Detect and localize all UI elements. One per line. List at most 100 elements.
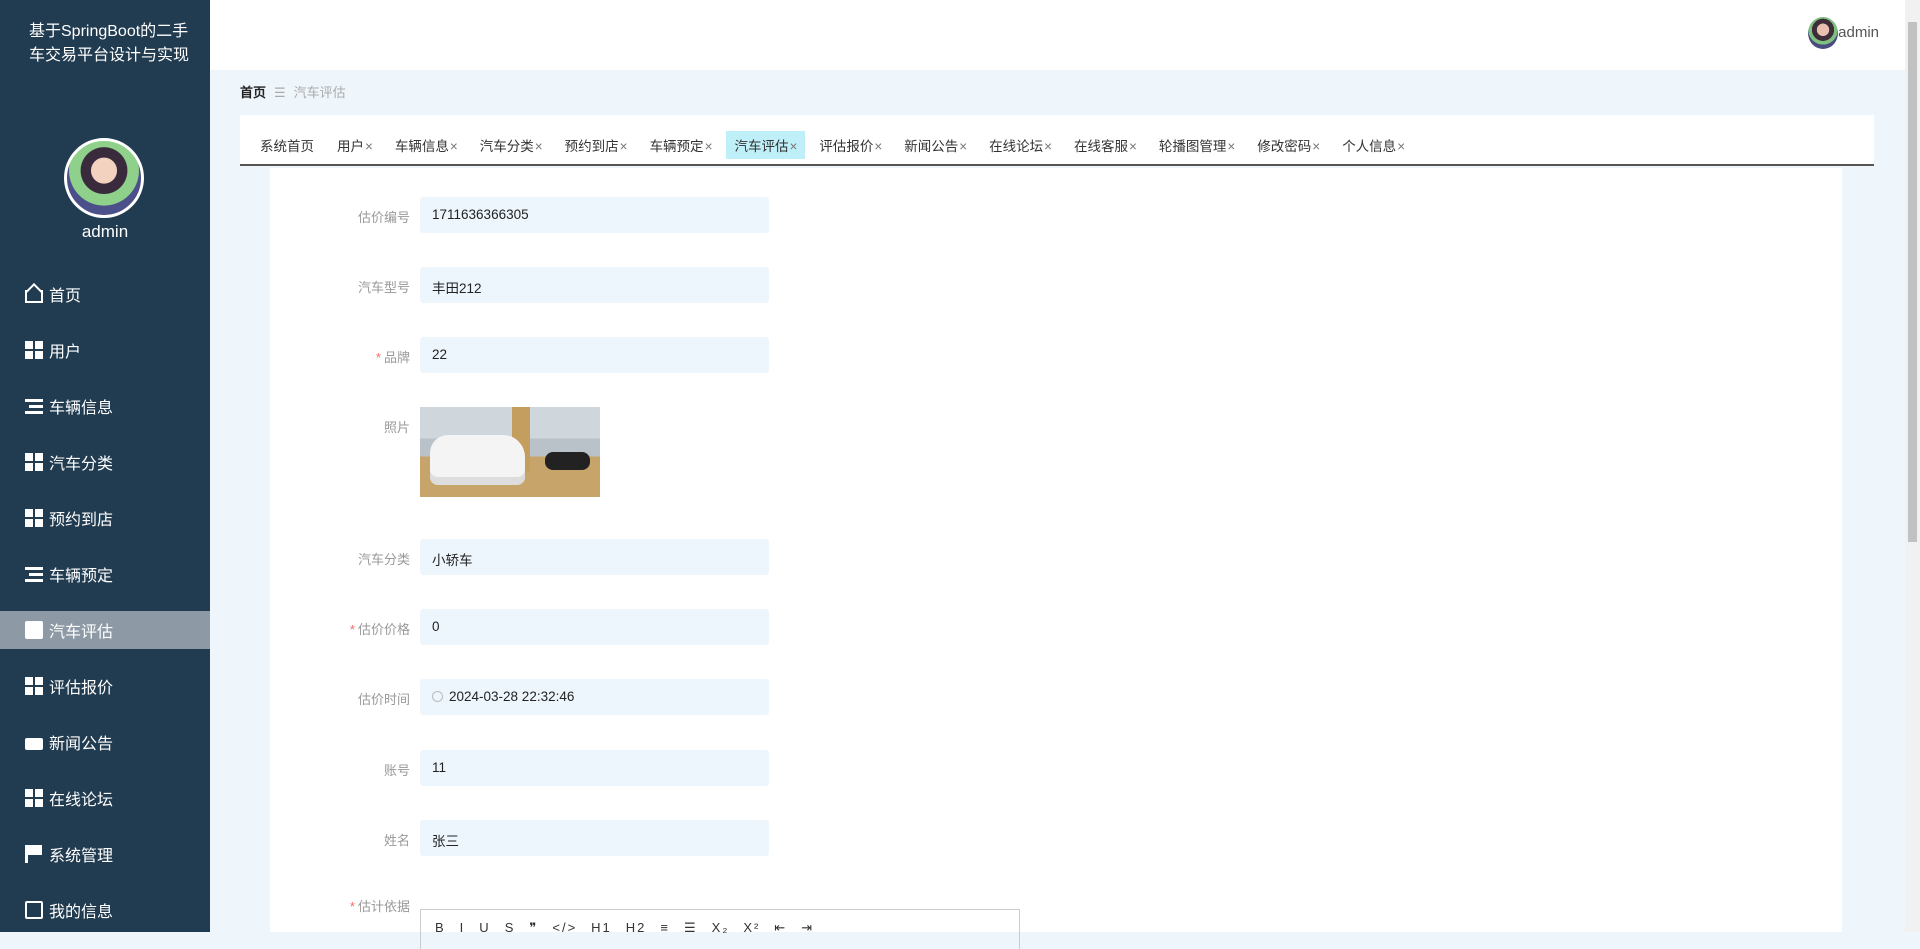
close-icon[interactable]: × (874, 139, 882, 154)
tab[interactable]: 新闻公告× (896, 131, 975, 159)
name-input[interactable]: 张三 (420, 820, 769, 856)
required-mark: * (349, 899, 355, 914)
close-icon[interactable]: × (1312, 139, 1320, 154)
header-username[interactable]: admin (1838, 24, 1879, 41)
editor-button[interactable]: ❞ (529, 920, 538, 935)
sidebar-item-label: 系统管理 (49, 848, 114, 865)
sidebar: 基于SpringBoot的二手车交易平台设计与实现 admin 首页 用户 车辆… (0, 0, 210, 932)
field-label: 照片 (270, 417, 410, 436)
close-icon[interactable]: × (535, 139, 543, 154)
label-text: 估价价格 (357, 622, 410, 637)
grid-icon (25, 509, 43, 527)
scrollbar-thumb[interactable] (1908, 22, 1917, 542)
category-input[interactable]: 小轿车 (420, 539, 769, 575)
sidebar-item-vehicles[interactable]: 车辆信息 (0, 378, 210, 434)
field-row: 姓名 张三 (270, 820, 1070, 856)
close-icon[interactable]: × (365, 139, 373, 154)
grid-icon (25, 453, 43, 471)
sidebar-item-label: 车辆信息 (49, 400, 114, 417)
editor-button[interactable]: U (479, 920, 490, 935)
wallet-icon (25, 738, 43, 750)
tab[interactable]: 汽车评估× (726, 131, 806, 159)
flag-icon (25, 845, 43, 863)
tab[interactable]: 车辆预定× (642, 131, 721, 159)
sidebar-item-system[interactable]: 系统管理 (0, 826, 210, 882)
tab[interactable]: 个人信息× (1334, 131, 1413, 159)
sidebar-item-home[interactable]: 首页 (0, 266, 210, 322)
tab[interactable]: 在线论坛× (981, 131, 1060, 159)
close-icon[interactable]: × (1044, 139, 1052, 154)
field-label: 估价编号 (270, 207, 410, 226)
account-input[interactable]: 11 (420, 750, 769, 786)
tab[interactable]: 用户× (329, 131, 381, 159)
sidebar-item-label: 车辆预定 (49, 568, 114, 585)
label-text: 照片 (383, 420, 410, 435)
editor-button[interactable]: </> (552, 920, 577, 935)
editor-button[interactable]: X₂ (712, 920, 730, 935)
sidebar-item-reservations[interactable]: 车辆预定 (0, 546, 210, 602)
editor-button[interactable]: I (460, 920, 466, 935)
sidebar-item-label: 汽车分类 (49, 456, 114, 473)
tab-label: 汽车评估 (734, 139, 789, 154)
sidebar-item-news[interactable]: 新闻公告 (0, 714, 210, 770)
tab[interactable]: 评估报价× (811, 131, 890, 159)
tab[interactable]: 系统首页 (252, 131, 323, 159)
close-icon[interactable]: × (789, 139, 797, 154)
sidebar-item-forum[interactable]: 在线论坛 (0, 770, 210, 826)
field-row: * 品牌 22 (270, 337, 1070, 373)
clock-icon (432, 691, 443, 702)
editor-button[interactable]: S (505, 920, 516, 935)
editor-button[interactable]: ⇥ (801, 920, 814, 935)
close-icon[interactable]: × (959, 139, 967, 154)
tab[interactable]: 在线客服× (1066, 131, 1145, 159)
editor-button[interactable]: H1 (591, 920, 612, 935)
car-model-input[interactable]: 丰田212 (420, 267, 769, 303)
tab-label: 车辆信息 (394, 139, 449, 154)
close-icon[interactable]: × (620, 139, 628, 154)
tab-label: 汽车分类 (479, 139, 534, 154)
sidebar-item-appointments[interactable]: 预约到店 (0, 490, 210, 546)
close-icon[interactable]: × (705, 139, 713, 154)
tab[interactable]: 车辆信息× (387, 131, 466, 159)
sidebar-item-label: 预约到店 (49, 512, 114, 529)
editor-button[interactable]: B (435, 920, 446, 935)
breadcrumb-home[interactable]: 首页 (240, 85, 266, 100)
close-icon[interactable]: × (1129, 139, 1137, 154)
photo-car (430, 435, 525, 485)
brand-input[interactable]: 22 (420, 337, 769, 373)
sidebar-item-quotes[interactable]: 评估报价 (0, 658, 210, 714)
field-row: 汽车分类 小轿车 (270, 539, 1070, 575)
sidebar-item-label: 评估报价 (49, 680, 114, 697)
car-photo[interactable] (420, 407, 600, 497)
sidebar-item-evaluation[interactable]: 汽车评估 (0, 611, 210, 649)
editor-button[interactable]: ⇤ (774, 920, 787, 935)
label-text: 估价编号 (357, 210, 410, 225)
price-input[interactable]: 0 (420, 609, 769, 645)
close-icon[interactable]: × (1397, 139, 1405, 154)
editor-button[interactable]: H2 (626, 920, 647, 935)
sidebar-item-profile[interactable]: 我的信息 (0, 882, 210, 938)
editor-button[interactable]: ☰ (684, 920, 698, 935)
field-row: 估价时间 2024-03-28 22:32:46 (270, 679, 1070, 715)
user-avatar[interactable] (1808, 17, 1838, 49)
field-label: * 估价价格 (270, 619, 410, 638)
label-text: 汽车分类 (357, 552, 410, 567)
sidebar-item-categories[interactable]: 汽车分类 (0, 434, 210, 490)
time-input[interactable]: 2024-03-28 22:32:46 (420, 679, 769, 715)
evaluation-id-input[interactable]: 1711636366305 (420, 197, 769, 233)
close-icon[interactable]: × (1227, 139, 1235, 154)
breadcrumb-separator-icon: ☰ (274, 85, 286, 100)
label-text: 估计依据 (357, 899, 410, 914)
editor-button[interactable]: X² (743, 920, 760, 935)
tab[interactable]: 轮播图管理× (1151, 131, 1243, 159)
tab[interactable]: 汽车分类× (472, 131, 551, 159)
close-icon[interactable]: × (450, 139, 458, 154)
tab[interactable]: 修改密码× (1249, 131, 1328, 159)
sidebar-item-label: 在线论坛 (49, 792, 114, 809)
editor-button[interactable]: ≡ (660, 920, 670, 935)
label-text: 姓名 (383, 833, 410, 848)
sidebar-item-users[interactable]: 用户 (0, 322, 210, 378)
sidebar-item-label: 用户 (49, 344, 82, 361)
scrollbar[interactable] (1905, 0, 1920, 932)
tab[interactable]: 预约到店× (557, 131, 636, 159)
